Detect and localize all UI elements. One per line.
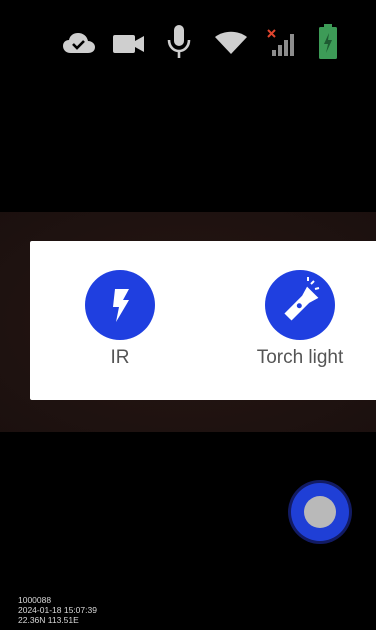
video-camera-icon: [112, 34, 146, 59]
status-bar: [60, 22, 350, 62]
ir-label: IR: [110, 347, 130, 368]
camera-control-panel: IR Torch light: [30, 241, 376, 400]
timestamp: 2024-01-18 15:07:39: [18, 605, 97, 615]
cloud-check-icon: [62, 32, 96, 59]
microphone-icon: [166, 24, 192, 65]
shutter-button[interactable]: [291, 483, 349, 541]
camera-screen: IR Torch light 1000088 2024-01-18 15:07:…: [0, 0, 376, 630]
battery-charging-icon: [318, 24, 338, 65]
gps-location: 22.36N 113.51E: [18, 615, 79, 625]
device-id: 1000088: [18, 595, 52, 605]
camera-info-overlay: 1000088 2024-01-18 15:07:39 22.36N 113.5…: [18, 595, 97, 625]
wifi-icon: [214, 31, 248, 60]
ir-button[interactable]: IR: [55, 241, 185, 400]
lightning-bolt-icon: [85, 270, 155, 340]
torch-light-label: Torch light: [256, 347, 344, 368]
flashlight-icon: [265, 270, 335, 340]
signal-no-service-icon: [266, 28, 298, 63]
torch-light-button[interactable]: Torch light: [235, 241, 365, 400]
shutter-inner: [304, 496, 336, 528]
